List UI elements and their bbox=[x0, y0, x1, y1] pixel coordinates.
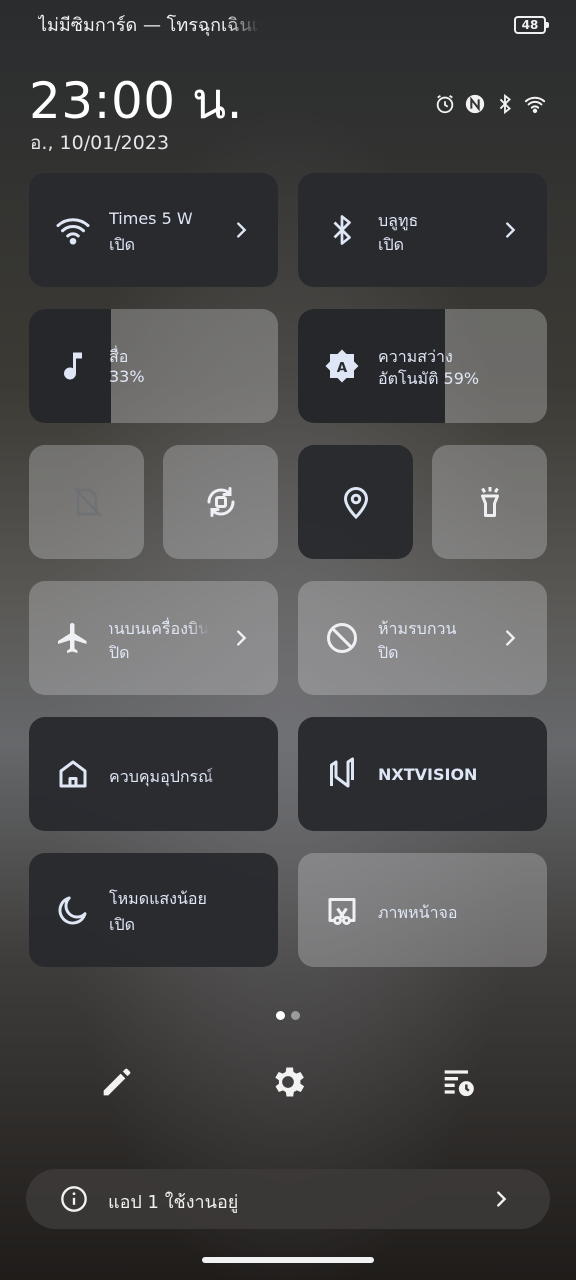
airplane-icon bbox=[55, 620, 91, 656]
screenshot-icon bbox=[324, 892, 360, 928]
media-volume-value: 33% bbox=[109, 367, 145, 386]
bluetooth-tile[interactable]: บลูทูธ เปิด bbox=[298, 173, 547, 287]
system-icons bbox=[434, 93, 546, 115]
nfc-icon bbox=[464, 93, 486, 115]
edit-button[interactable] bbox=[97, 1062, 137, 1102]
bluetooth-icon bbox=[324, 212, 360, 248]
info-icon bbox=[60, 1185, 88, 1213]
page-indicator bbox=[276, 1011, 300, 1020]
page-dot-active bbox=[276, 1011, 285, 1020]
bluetooth-chevron-right-icon[interactable] bbox=[499, 219, 521, 241]
settings-button[interactable] bbox=[268, 1062, 308, 1102]
airplane-mode-status: ปิด bbox=[109, 643, 130, 662]
screenshot-title: ภาพหน้าจอ bbox=[378, 903, 458, 922]
screenshot-tile[interactable]: ภาพหน้าจอ bbox=[298, 853, 547, 967]
battery-icon: 48 bbox=[514, 16, 549, 34]
night-mode-status: เปิด bbox=[109, 915, 136, 934]
nxtvision-tile[interactable]: NXTVISION bbox=[298, 717, 547, 831]
bluetooth-title: บลูทูธ bbox=[378, 211, 419, 230]
sim-toggle[interactable] bbox=[29, 445, 144, 559]
date[interactable]: อ., 10/01/2023 bbox=[30, 128, 169, 158]
status-carrier-text: ไม่มีซิมการ์ด — โทรฉุกเฉินเท่านั้น bbox=[38, 15, 260, 36]
music-note-icon bbox=[55, 348, 91, 384]
no-sim-icon bbox=[69, 484, 105, 520]
auto-rotate-icon bbox=[203, 484, 239, 520]
wifi-icon bbox=[55, 212, 91, 248]
active-apps-notice[interactable]: แอป 1 ใช้งานอยู่ bbox=[26, 1169, 550, 1229]
svg-text:A: A bbox=[337, 360, 348, 376]
page-dot bbox=[291, 1011, 300, 1020]
media-volume-slider[interactable]: สื่อ 33% bbox=[29, 309, 278, 423]
running-apps-icon bbox=[444, 1070, 474, 1097]
moon-icon bbox=[55, 892, 91, 928]
wifi-status: เปิด bbox=[109, 235, 136, 254]
chevron-right-icon bbox=[490, 1188, 512, 1210]
location-toggle[interactable] bbox=[298, 445, 413, 559]
nxtvision-title: NXTVISION bbox=[378, 765, 478, 784]
device-control-tile[interactable]: ควบคุมอุปกรณ์ bbox=[29, 717, 278, 831]
wifi-icon bbox=[524, 93, 546, 115]
wifi-chevron-right-icon[interactable] bbox=[230, 219, 252, 241]
wifi-network-name: Times 5 W bbox=[109, 209, 193, 228]
nxtvision-icon bbox=[324, 756, 360, 792]
home-gesture-bar[interactable] bbox=[202, 1257, 374, 1263]
alarm-icon bbox=[434, 93, 456, 115]
do-not-disturb-title: ห้ามรบกวน bbox=[378, 619, 457, 638]
dnd-chevron-right-icon[interactable] bbox=[499, 627, 521, 649]
do-not-disturb-tile[interactable]: ห้ามรบกวน ปิด bbox=[298, 581, 547, 695]
settings-icon bbox=[275, 1067, 305, 1097]
location-icon bbox=[338, 484, 374, 520]
flashlight-toggle[interactable] bbox=[432, 445, 547, 559]
airplane-chevron-right-icon[interactable] bbox=[230, 627, 252, 649]
night-mode-tile[interactable]: โหมดแสงน้อย เปิด bbox=[29, 853, 278, 967]
brightness-value: อัตโนมัติ 59% bbox=[378, 369, 480, 388]
edit-icon bbox=[103, 1068, 131, 1096]
do-not-disturb-status: ปิด bbox=[378, 643, 399, 662]
running-apps-button[interactable] bbox=[438, 1062, 478, 1102]
brightness-slider[interactable]: A ความสว่าง อัตโนมัติ 59% bbox=[298, 309, 547, 423]
auto-rotate-toggle[interactable] bbox=[163, 445, 278, 559]
bluetooth-status: เปิด bbox=[378, 235, 405, 254]
wifi-tile[interactable]: Times 5 W เปิด bbox=[29, 173, 278, 287]
night-mode-title: โหมดแสงน้อย bbox=[109, 889, 207, 908]
home-icon bbox=[55, 756, 91, 792]
bluetooth-icon bbox=[494, 93, 516, 115]
airplane-mode-tile[interactable]: โหมดใช้งานบนเครื่องบิน ปิด bbox=[29, 581, 278, 695]
do-not-disturb-icon bbox=[324, 620, 360, 656]
auto-brightness-icon: A bbox=[324, 348, 360, 384]
flashlight-icon bbox=[472, 484, 508, 520]
active-apps-text: แอป 1 ใช้งานอยู่ bbox=[108, 1192, 239, 1213]
device-control-title: ควบคุมอุปกรณ์ bbox=[109, 767, 213, 786]
airplane-mode-title: โหมดใช้งานบนเครื่องบิน bbox=[109, 619, 209, 638]
